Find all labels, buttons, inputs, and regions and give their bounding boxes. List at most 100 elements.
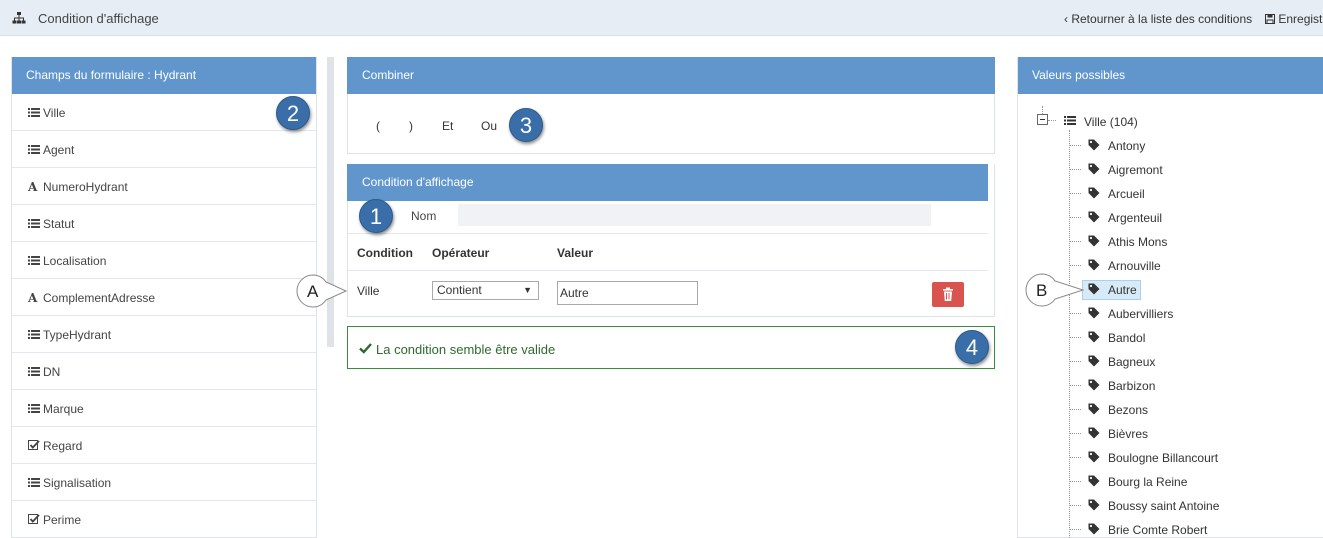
form-field-item[interactable]: Signalisation — [12, 464, 316, 501]
tree-item[interactable]: Arcueil — [1069, 184, 1269, 204]
tree-item-label: Autre — [1108, 283, 1137, 297]
form-field-item[interactable]: Perime — [12, 501, 316, 537]
callout-label-a: A — [307, 282, 319, 301]
tree-item-label: Barbizon — [1108, 379, 1156, 393]
tree-root-label[interactable]: Ville (104) — [1084, 115, 1138, 129]
form-field-item[interactable]: A NumeroHydrant — [12, 168, 316, 205]
svg-text:A: A — [28, 180, 38, 192]
delete-condition-button[interactable] — [932, 282, 964, 307]
tree-item[interactable]: Brie Comte Robert — [1069, 520, 1269, 538]
callout-pointer-b — [1025, 273, 1085, 307]
tree-item[interactable]: Aubervilliers — [1069, 304, 1269, 324]
tree-connector — [1069, 505, 1081, 506]
page-title: Condition d'affichage — [38, 11, 159, 26]
save-icon — [1265, 14, 1275, 24]
tree-connector — [1042, 106, 1043, 114]
form-field-item[interactable]: Localisation — [12, 242, 316, 279]
form-field-label: Marque — [43, 402, 84, 416]
tree-item[interactable]: Argenteuil — [1069, 208, 1269, 228]
open-paren-button[interactable]: ( — [376, 119, 380, 133]
list-icon — [28, 402, 40, 414]
tree-item-label: Bandol — [1108, 331, 1146, 345]
nom-input[interactable] — [458, 204, 931, 226]
tree-connector — [1069, 217, 1081, 218]
list-icon — [28, 254, 40, 266]
tag-icon — [1088, 211, 1100, 223]
form-field-item[interactable]: Statut — [12, 205, 316, 242]
text-font-icon: A — [27, 291, 40, 305]
column-header-value: Valeur — [557, 246, 594, 260]
tree-item[interactable]: Bagneux — [1069, 352, 1269, 372]
column-header-operator: Opérateur — [432, 246, 490, 260]
form-field-label: TypeHydrant — [43, 328, 112, 342]
tag-icon — [1088, 379, 1100, 391]
dropdown-arrow-icon: ▼ — [523, 285, 532, 295]
and-button[interactable]: Et — [442, 119, 453, 133]
condition-field-cell: Ville — [357, 284, 380, 298]
callout-badge-1: 1 — [359, 199, 393, 233]
tree-item-label: Aigremont — [1108, 163, 1163, 177]
back-to-conditions-link[interactable]: ‹ Retourner à la liste des conditions — [1064, 12, 1252, 26]
value-input[interactable]: Autre — [557, 281, 698, 305]
tag-icon — [1088, 403, 1100, 415]
list-icon — [28, 365, 40, 377]
form-field-item[interactable]: Marque — [12, 390, 316, 427]
tree-connector — [1069, 385, 1081, 386]
nom-label: Nom — [411, 209, 437, 223]
tree-collapse-toggle[interactable] — [1037, 114, 1048, 125]
tree-item[interactable]: Boussy saint Antoine — [1069, 496, 1269, 516]
validation-status: La condition semble être valide — [347, 326, 995, 369]
tree-item[interactable]: Boulogne Billancourt — [1069, 448, 1269, 468]
tree-item[interactable]: Bièvres — [1069, 424, 1269, 444]
save-link[interactable]: Enregistr — [1265, 12, 1323, 26]
column-header-condition: Condition — [357, 246, 413, 260]
tag-icon — [1088, 523, 1100, 535]
form-field-label: Signalisation — [43, 476, 112, 490]
tree-item[interactable]: Athis Mons — [1069, 232, 1269, 252]
tree-connector — [1069, 337, 1081, 338]
form-field-item[interactable]: DN — [12, 353, 316, 390]
callout-badge-3: 3 — [509, 108, 543, 142]
form-fields-panel: Champs du formulaire : Hydrant Ville Agen… — [11, 57, 317, 538]
tree-item[interactable]: Bezons — [1069, 400, 1269, 420]
form-field-item[interactable]: Regard — [12, 427, 316, 464]
form-field-label: Agent — [43, 143, 75, 157]
operator-select-value: Contient — [437, 283, 482, 297]
combine-panel: Combiner ( ) Et Ou — [347, 57, 995, 154]
form-field-item[interactable]: TypeHydrant — [12, 316, 316, 353]
checkbox-icon — [28, 439, 40, 451]
form-field-item[interactable]: Ville — [12, 94, 316, 131]
tree-item[interactable]: Barbizon — [1069, 376, 1269, 396]
tree-connector — [1069, 481, 1081, 482]
tree-item[interactable]: Bourg la Reine — [1069, 472, 1269, 492]
tree-item[interactable]: Autre — [1069, 280, 1269, 300]
form-field-item[interactable]: A ComplementAdresse — [12, 279, 316, 316]
or-button[interactable]: Ou — [481, 119, 497, 133]
value-input-text: Autre — [560, 286, 589, 300]
close-paren-button[interactable]: ) — [409, 119, 413, 133]
callout-badge-4: 4 — [955, 330, 989, 364]
tree-item[interactable]: Bandol — [1069, 328, 1269, 348]
tree-connector — [1069, 457, 1081, 458]
form-field-label: NumeroHydrant — [43, 180, 128, 194]
form-field-label: DN — [43, 365, 61, 379]
form-fields-panel-title: Champs du formulaire : Hydrant — [12, 57, 316, 94]
form-field-item[interactable]: Agent — [12, 131, 316, 168]
tree-item-label: Arcueil — [1108, 187, 1145, 201]
tree-connector — [1069, 409, 1081, 410]
tag-icon — [1088, 355, 1100, 367]
tree-item[interactable]: Aigremont — [1069, 160, 1269, 180]
tree-connector — [1069, 313, 1081, 314]
divider — [348, 270, 988, 271]
back-link-label: Retourner à la liste des conditions — [1071, 12, 1253, 26]
operator-select[interactable]: Contient ▼ — [432, 281, 539, 300]
tree-connector — [1069, 241, 1081, 242]
tree-item[interactable]: Antony — [1069, 136, 1269, 156]
tree-item-label: Boussy saint Antoine — [1108, 499, 1220, 513]
list-icon — [28, 106, 40, 118]
tree-item[interactable]: Arnouville — [1069, 256, 1269, 276]
tag-icon — [1088, 427, 1100, 439]
tag-icon — [1088, 163, 1100, 175]
tree-connector — [1048, 120, 1056, 121]
callout-pointer-a — [296, 274, 348, 308]
